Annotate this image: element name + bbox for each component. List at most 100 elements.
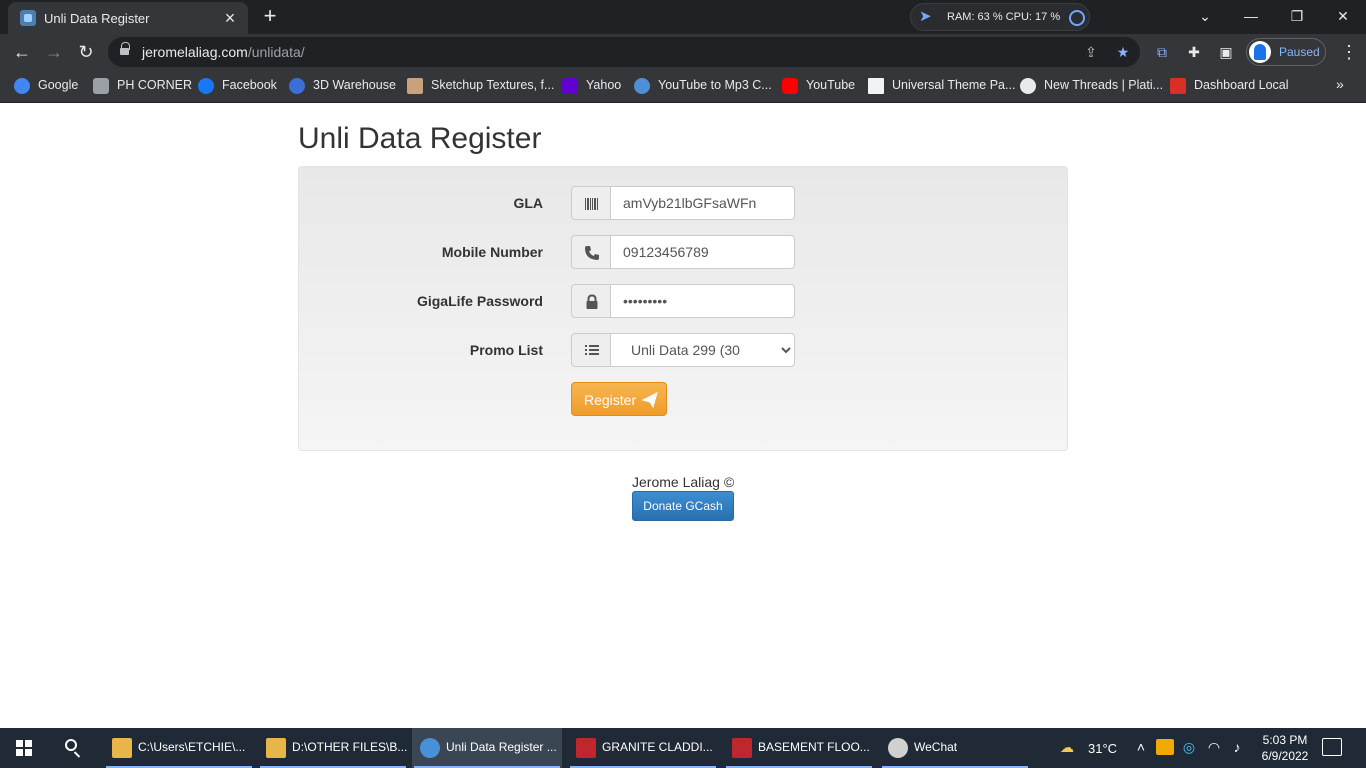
ph-corner-icon (93, 78, 109, 94)
gla-label: GLA (513, 195, 543, 211)
mobile-number-input[interactable] (610, 235, 795, 269)
taskbar-item-wechat[interactable]: WeChat (880, 728, 1030, 768)
minimize-button[interactable]: — (1228, 0, 1274, 34)
restore-button[interactable]: ❐ (1274, 0, 1320, 34)
translate-extension-icon[interactable]: ⧉ (1152, 42, 1172, 62)
volume-icon[interactable]: ♪ (1228, 738, 1246, 756)
mobile-number-label: Mobile Number (441, 244, 543, 260)
footer-credit: Jerome Laliag © (632, 474, 735, 490)
register-label: Register (584, 392, 637, 408)
bookmark-label: 3D Warehouse (313, 78, 396, 92)
bookmark-label: Google (38, 78, 79, 92)
site-favicon-icon (20, 10, 36, 26)
3d-warehouse-icon (289, 78, 305, 94)
donate-label: Donate GCash (643, 499, 723, 513)
browser-toolbar: ← → ↻ jeromelaliag.com/unlidata/ ⇪ ★ ⧉ ✚… (0, 34, 1366, 70)
password-row: GigaLife Password (299, 284, 1069, 318)
tab-title: Unli Data Register (44, 11, 150, 26)
send-icon (642, 392, 658, 408)
taskbar-item-label: C:\Users\ETCHIE\... (138, 740, 246, 754)
bookmark-label: Sketchup Textures, f... (431, 78, 555, 92)
ram-cpu-readout: RAM: 63 % CPU: 17 % (947, 11, 1061, 23)
autocad-icon (732, 738, 752, 758)
lock-icon (571, 284, 611, 318)
url-path: /unlidata/ (247, 44, 305, 60)
forward-button[interactable]: → (40, 38, 68, 66)
facebook-icon (198, 78, 214, 94)
bookmark-label: YouTube (806, 78, 856, 92)
address-bar[interactable]: jeromelaliag.com/unlidata/ ⇪ ★ (108, 37, 1140, 67)
more-bookmarks-icon[interactable]: » (1336, 76, 1344, 92)
gauge-icon (1069, 10, 1085, 26)
side-panel-icon[interactable]: ▣ (1216, 42, 1236, 62)
mobile-row: Mobile Number (299, 235, 1069, 269)
sketchup-textures-icon (407, 78, 423, 94)
youtube-icon (782, 78, 798, 94)
close-tab-icon[interactable]: × (220, 8, 240, 28)
list-icon (571, 333, 611, 367)
taskbar-item-explorer-1[interactable]: C:\Users\ETCHIE\... (104, 728, 254, 768)
lock-icon[interactable] (120, 42, 130, 57)
share-icon[interactable]: ⇪ (1082, 43, 1100, 61)
barcode-icon (571, 186, 611, 220)
browser-menu-icon[interactable]: ⋮ (1340, 40, 1358, 64)
avatar (1249, 41, 1271, 63)
profile-button[interactable]: Paused (1246, 38, 1326, 66)
bookmark-label: YouTube to Mp3 C... (658, 78, 772, 92)
show-hidden-icons-chevron-icon[interactable]: ˄ (1132, 738, 1150, 756)
url-text[interactable]: jeromelaliag.com/unlidata/ (142, 44, 305, 60)
clock[interactable]: 5:03 PM 6/9/2022 (1250, 732, 1320, 764)
bookmark-star-icon[interactable]: ★ (1114, 43, 1132, 61)
wifi-icon[interactable]: ◠ (1205, 738, 1223, 756)
url-host: jeromelaliag.com (142, 44, 248, 60)
search-icon (65, 739, 77, 751)
promo-list-select[interactable]: Unli Data 299 (30 (610, 333, 795, 367)
windows-taskbar: C:\Users\ETCHIE\... D:\OTHER FILES\B... … (0, 728, 1366, 768)
gigalife-password-input[interactable] (610, 284, 795, 318)
back-button[interactable]: ← (8, 38, 36, 66)
new-tab-button[interactable]: + (258, 5, 282, 29)
browser-tab[interactable]: Unli Data Register × (8, 2, 248, 34)
taskbar-item-label: GRANITE CLADDI... (602, 740, 713, 754)
start-button[interactable] (0, 728, 48, 768)
taskbar-item-chrome[interactable]: Unli Data Register ... (412, 728, 562, 768)
register-form: GLA Mobile Number GigaLife Password Prom… (298, 166, 1068, 451)
chrome-icon (420, 738, 440, 758)
windows-logo-icon (16, 740, 32, 756)
taskbar-item-label: WeChat (914, 740, 958, 754)
google-icon (14, 78, 30, 94)
reload-button[interactable]: ↻ (72, 38, 100, 66)
page-title: Unli Data Register (298, 122, 542, 155)
taskbar-item-label: D:\OTHER FILES\B... (292, 740, 408, 754)
page-icon (868, 78, 884, 94)
folder-icon (112, 738, 132, 758)
taskbar-item-label: BASEMENT FLOO... (758, 740, 870, 754)
temperature[interactable]: 31°C (1088, 741, 1117, 756)
weather-icon[interactable]: ☁ (1058, 738, 1076, 756)
register-button[interactable]: Register (571, 382, 667, 416)
bookmark-label: Facebook (222, 78, 277, 92)
tab-search-icon[interactable]: ⌄ (1182, 0, 1228, 34)
download-cloud-icon (634, 78, 650, 94)
dashboard-icon (1170, 78, 1186, 94)
close-window-button[interactable]: ✕ (1320, 0, 1366, 34)
phone-icon (571, 235, 611, 269)
gla-input[interactable] (610, 186, 795, 220)
clock-time: 5:03 PM (1262, 733, 1308, 747)
yahoo-icon (562, 78, 578, 94)
bookmark-label: New Threads | Plati... (1044, 78, 1164, 92)
taskbar-item-autocad-1[interactable]: GRANITE CLADDI... (568, 728, 718, 768)
autocad-icon (576, 738, 596, 758)
tray-app-icon[interactable] (1156, 739, 1174, 755)
tray-sync-icon[interactable]: ◎ (1180, 738, 1198, 756)
clock-date: 6/9/2022 (1261, 749, 1309, 763)
notifications-icon[interactable] (1322, 738, 1342, 756)
search-button[interactable] (52, 728, 92, 768)
performance-extension-widget[interactable]: ➤ RAM: 63 % CPU: 17 % (910, 3, 1090, 31)
taskbar-item-explorer-2[interactable]: D:\OTHER FILES\B... (258, 728, 408, 768)
bookmark-label: PH CORNER (117, 78, 193, 92)
extensions-puzzle-icon[interactable]: ✚ (1184, 42, 1204, 62)
promo-row: Promo List Unli Data 299 (30 (299, 333, 1069, 367)
taskbar-item-autocad-2[interactable]: BASEMENT FLOO... (724, 728, 874, 768)
donate-gcash-button[interactable]: Donate GCash (632, 491, 734, 521)
